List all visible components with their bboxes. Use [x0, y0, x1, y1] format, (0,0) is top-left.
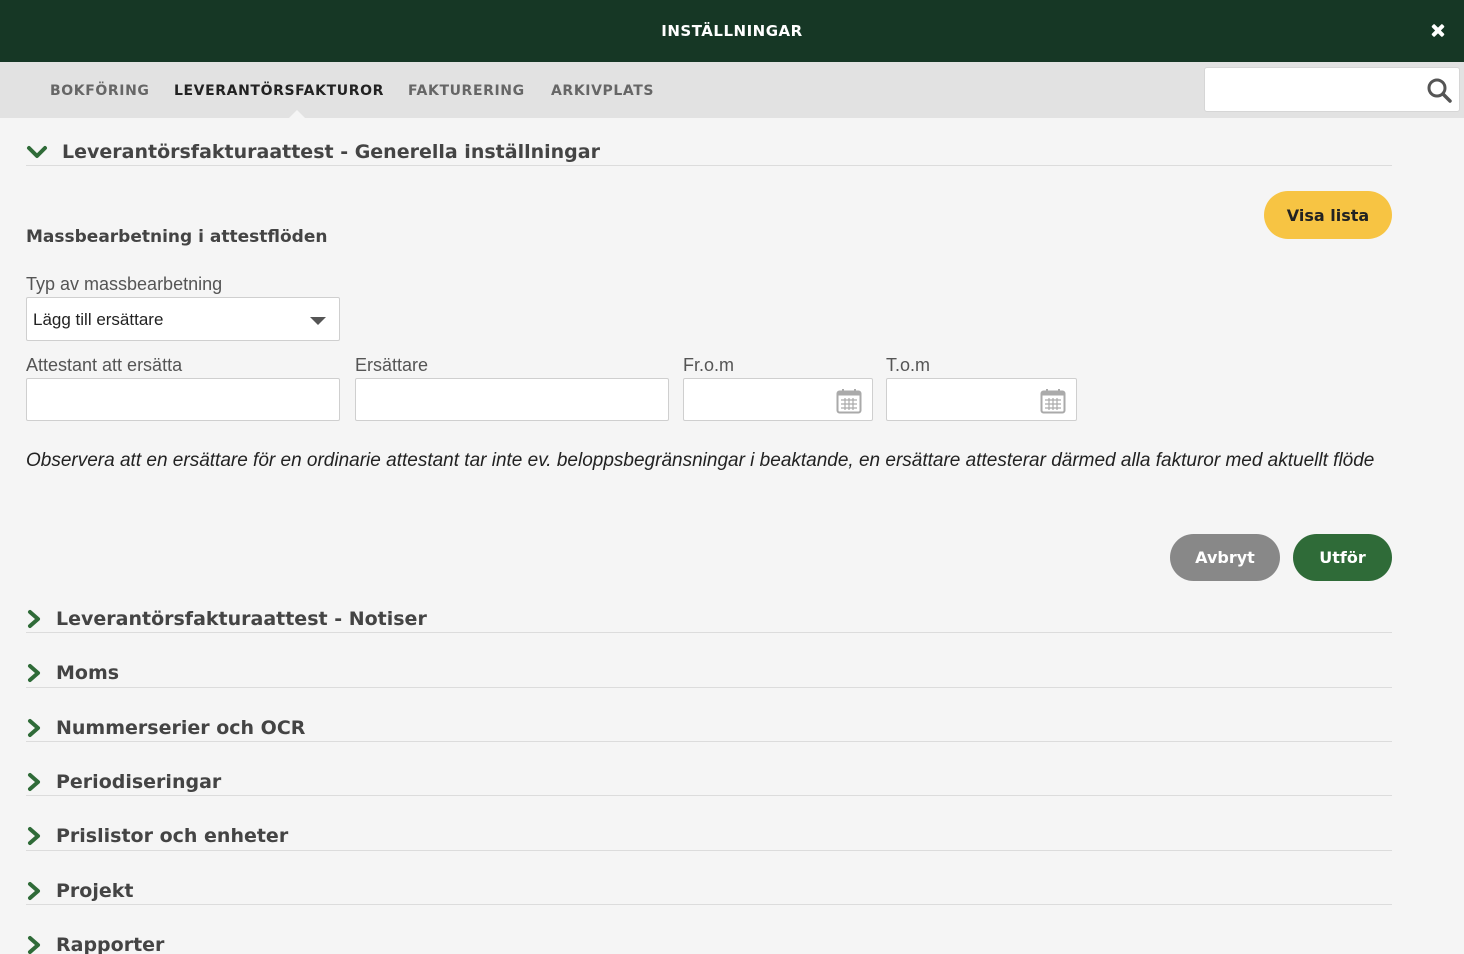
section-title: Rapporter	[56, 934, 165, 954]
title-bar: INSTÄLLNINGAR	[0, 0, 1464, 62]
tab-bokforing[interactable]: BOKFÖRING	[50, 83, 149, 99]
section-title: Periodiseringar	[56, 771, 222, 793]
search-icon[interactable]	[1426, 77, 1452, 103]
chevron-right-icon	[28, 936, 40, 954]
info-note: Observera att en ersättare för en ordina…	[26, 450, 1375, 471]
chevron-right-icon	[28, 827, 40, 845]
attestant-input[interactable]	[27, 379, 339, 420]
from-label: Fr.o.m	[683, 355, 735, 375]
attestant-field-wrap	[26, 378, 340, 421]
calendar-icon[interactable]	[1040, 388, 1066, 414]
cancel-button[interactable]: Avbryt	[1170, 534, 1280, 581]
section-title: Leverantörsfakturaattest - Generella ins…	[62, 141, 600, 163]
tom-label: T.o.m	[886, 355, 931, 375]
section-title: Projekt	[56, 880, 134, 902]
caret-down-icon	[310, 317, 326, 325]
execute-button[interactable]: Utför	[1293, 534, 1392, 581]
search-box	[1204, 67, 1460, 112]
section-header-rapporter[interactable]: Rapporter	[26, 930, 1392, 954]
from-date-wrap	[683, 378, 873, 421]
section-header-prislistor[interactable]: Prislistor och enheter	[26, 821, 1392, 851]
chevron-right-icon	[28, 610, 40, 628]
chevron-right-icon	[28, 773, 40, 791]
tab-fakturering[interactable]: FAKTURERING	[408, 83, 525, 99]
tab-leverantorsfakturor[interactable]: LEVERANTÖRSFAKTUROR	[174, 83, 384, 99]
calendar-icon[interactable]	[836, 388, 862, 414]
active-tab-indicator	[288, 110, 306, 119]
ersattare-label: Ersättare	[355, 355, 429, 375]
subsection-title: Massbearbetning i attestflöden	[26, 227, 328, 247]
close-icon[interactable]	[1430, 22, 1446, 38]
search-input[interactable]	[1205, 68, 1415, 111]
section-title: Moms	[56, 662, 120, 684]
section-title: Leverantörsfakturaattest - Notiser	[56, 608, 427, 630]
tom-date-wrap	[886, 378, 1077, 421]
section-header-nummerserier[interactable]: Nummerserier och OCR	[26, 713, 1392, 742]
section-title: Prislistor och enheter	[56, 825, 289, 847]
visa-lista-button[interactable]: Visa lista	[1264, 191, 1392, 239]
type-label: Typ av massbearbetning	[26, 274, 223, 294]
chevron-right-icon	[28, 882, 40, 900]
attestant-label: Attestant att ersätta	[26, 355, 183, 375]
section-header-projekt[interactable]: Projekt	[26, 876, 1392, 905]
ersattare-field-wrap	[355, 378, 669, 421]
section-header-moms[interactable]: Moms	[26, 658, 1392, 688]
section-header-notiser[interactable]: Leverantörsfakturaattest - Notiser	[26, 604, 1392, 633]
dialog-title: INSTÄLLNINGAR	[661, 22, 803, 40]
section-header-generella[interactable]: Leverantörsfakturaattest - Generella ins…	[26, 137, 1392, 166]
chevron-right-icon	[28, 719, 40, 737]
tab-arkivplats[interactable]: ARKIVPLATS	[551, 83, 654, 99]
chevron-down-icon	[27, 146, 47, 158]
type-select[interactable]: Lägg till ersättare	[26, 297, 340, 341]
type-select-value: Lägg till ersättare	[33, 310, 164, 329]
chevron-right-icon	[28, 664, 40, 682]
section-header-periodiseringar[interactable]: Periodiseringar	[26, 767, 1392, 796]
ersattare-input[interactable]	[356, 379, 668, 420]
section-title: Nummerserier och OCR	[56, 717, 306, 739]
